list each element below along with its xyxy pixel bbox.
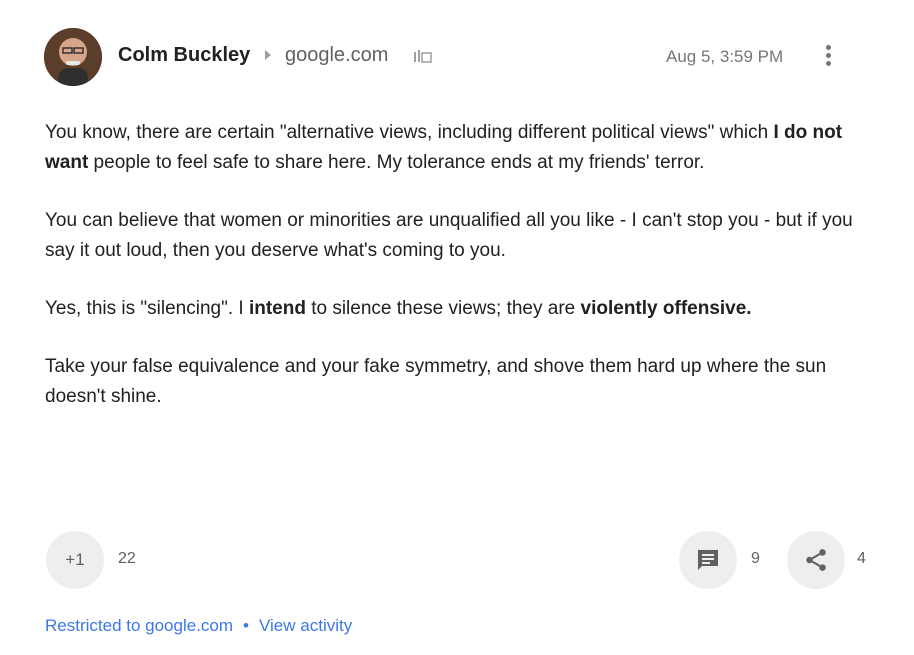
text-segment: You know, there are certain "alternative… (45, 122, 774, 143)
author-name[interactable]: Colm Buckley (118, 44, 250, 67)
post-paragraph: Take your false equivalence and your fak… (45, 352, 865, 412)
post-timestamp[interactable]: Aug 5, 3:59 PM (666, 47, 783, 67)
visibility-bar: Restricted to google.com • View activity (45, 616, 352, 636)
text-segment: people to feel safe to share here. My to… (88, 152, 705, 173)
bold-text: intend (248, 298, 306, 319)
shared-to-arrow-icon (265, 50, 271, 60)
text-segment: You can believe that women or minorities… (45, 210, 853, 261)
post-paragraph: You know, there are certain "alternative… (45, 118, 865, 178)
comment-button[interactable] (679, 531, 737, 589)
text-segment: to silence these views; they are (305, 298, 581, 319)
more-vert-icon[interactable] (819, 38, 837, 72)
domain-icon (414, 50, 432, 63)
text-segment: Yes, this is "silencing". I (45, 298, 249, 319)
post-paragraph: Yes, this is "silencing". I intend to si… (45, 294, 865, 324)
view-activity-link[interactable]: View activity (259, 616, 352, 635)
share-button[interactable] (787, 531, 845, 589)
separator: • (243, 616, 249, 635)
plusone-count: 22 (118, 550, 136, 567)
share-count: 4 (857, 550, 866, 567)
comment-count: 9 (751, 550, 760, 567)
bold-text: violently offensive. (580, 298, 752, 319)
comment-icon (698, 550, 718, 570)
domain-name[interactable]: google.com (285, 44, 388, 67)
avatar[interactable] (44, 28, 102, 86)
restricted-link[interactable]: Restricted to google.com (45, 616, 233, 635)
text-segment: Take your false equivalence and your fak… (45, 356, 827, 407)
avatar-image (44, 28, 102, 86)
post-paragraph: You can believe that women or minorities… (45, 206, 865, 266)
post-card: Colm Buckley google.com Aug 5, 3:59 PM Y… (0, 0, 914, 655)
share-icon (806, 549, 826, 571)
post-body: You know, there are certain "alternative… (45, 118, 865, 440)
plusone-button[interactable]: +1 (46, 531, 104, 589)
